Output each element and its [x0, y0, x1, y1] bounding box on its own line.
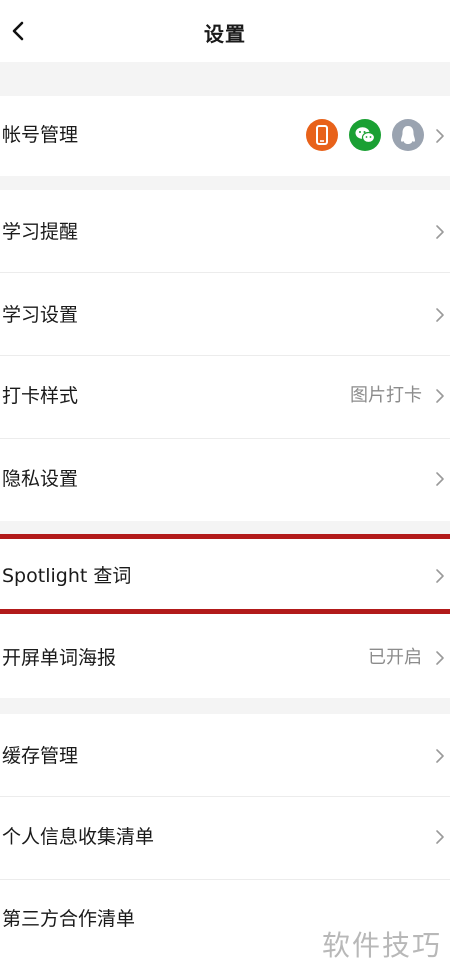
chevron-right-icon: [436, 749, 444, 763]
chevron-right-icon: [436, 129, 444, 143]
chevron-right-icon: [436, 651, 444, 665]
checkin-style-label: 打卡样式: [2, 385, 79, 407]
personal-info-list-row[interactable]: 个人信息收集清单: [0, 797, 450, 879]
section-gap: [0, 176, 450, 190]
splash-poster-label: 开屏单词海报: [2, 647, 117, 669]
chevron-right-icon: [436, 830, 444, 844]
privacy-settings-label: 隐私设置: [2, 468, 79, 490]
checkin-style-row[interactable]: 打卡样式 图片打卡: [0, 356, 450, 438]
study-reminder-row[interactable]: 学习提醒: [0, 190, 450, 272]
chevron-right-icon: [436, 389, 444, 403]
page-title: 设置: [204, 22, 246, 46]
phone-icon: [306, 119, 338, 151]
spotlight-lookup-label: Spotlight 查词: [2, 565, 132, 587]
chevron-right-icon: [436, 225, 444, 239]
watermark: 软件技巧: [321, 929, 442, 962]
cache-management-label: 缓存管理: [2, 745, 79, 767]
splash-poster-value: 已开启: [368, 647, 422, 668]
personal-info-list-label: 个人信息收集清单: [2, 826, 155, 848]
wechat-icon: [349, 119, 381, 151]
splash-poster-row[interactable]: 开屏单词海报 已开启: [0, 614, 450, 698]
third-party-list-label: 第三方合作清单: [2, 908, 136, 930]
qq-icon: [392, 119, 424, 151]
chevron-right-icon: [436, 569, 444, 583]
privacy-settings-row[interactable]: 隐私设置: [0, 439, 450, 521]
checkin-style-value: 图片打卡: [350, 385, 422, 406]
account-management-label: 帐号管理: [2, 124, 79, 146]
section-gap: [0, 698, 450, 714]
cache-management-row[interactable]: 缓存管理: [0, 714, 450, 796]
navigation-bar: 设置: [0, 0, 450, 62]
chevron-right-icon: [436, 308, 444, 322]
section-gap: [0, 521, 450, 535]
study-settings-label: 学习设置: [2, 304, 79, 326]
section-gap: [0, 62, 450, 96]
chevron-right-icon: [436, 472, 444, 486]
spotlight-lookup-row[interactable]: Spotlight 查词: [0, 539, 450, 609]
study-reminder-label: 学习提醒: [2, 221, 79, 243]
study-settings-row[interactable]: 学习设置: [0, 273, 450, 355]
linked-accounts: [306, 119, 424, 151]
